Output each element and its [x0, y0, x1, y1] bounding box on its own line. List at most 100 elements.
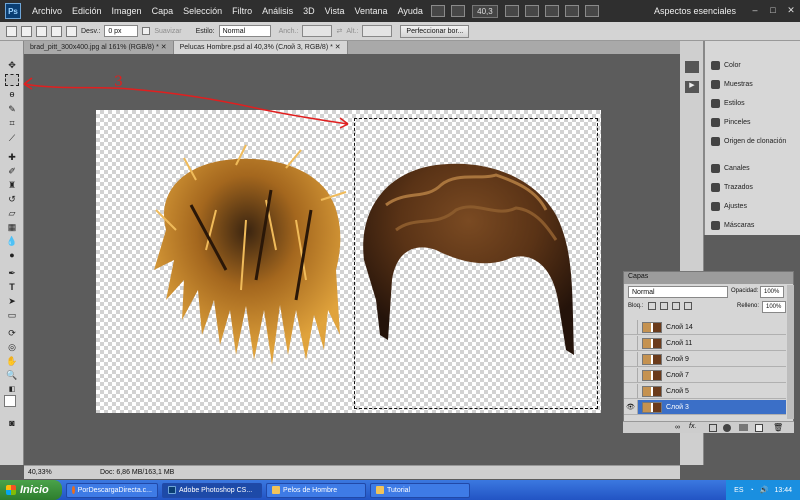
task-label: Adobe Photoshop CS...	[179, 486, 253, 494]
adjustment-icon[interactable]	[723, 424, 731, 432]
task-firefox[interactable]: PorDescargaDirecta.c...	[66, 482, 158, 498]
status-bar: 40,33% Doc: 6,86 MB/163,1 MB	[24, 465, 680, 479]
link-icon[interactable]: ∞	[675, 424, 680, 431]
visibility-toggle[interactable]	[624, 352, 638, 366]
layer-thumbnail	[642, 385, 662, 397]
masks-icon	[711, 221, 720, 230]
windows-taskbar: Inicio PorDescargaDirecta.c... Adobe Pho…	[0, 480, 800, 500]
layer-row[interactable]: Слой 14	[624, 320, 786, 335]
panel-adjustments[interactable]: Ajustes	[705, 197, 800, 216]
mask-icon[interactable]	[709, 424, 717, 432]
panel-masks[interactable]: Máscaras	[705, 216, 800, 235]
volume-icon[interactable]: 🔊	[760, 486, 769, 494]
layers-scrollbar[interactable]	[787, 285, 794, 419]
layer-row[interactable]: Слой 11	[624, 336, 786, 351]
panel-paths[interactable]: Trazados	[705, 178, 800, 197]
photoshop-icon	[168, 486, 176, 494]
lock-pixels-icon[interactable]	[660, 302, 668, 310]
panel-swatches-label: Muestras	[724, 81, 753, 88]
panel-styles-label: Estilos	[724, 100, 745, 107]
layer-thumbnail	[642, 401, 662, 413]
layer-name: Слой 9	[666, 355, 689, 363]
lock-label: Bloq.:	[628, 303, 644, 309]
folder-icon[interactable]	[739, 424, 748, 431]
tray-icon[interactable]: ◔	[750, 487, 754, 494]
eye-icon[interactable]: 👁	[624, 400, 638, 414]
actions-panel-icon[interactable]: ▶	[685, 81, 699, 93]
color-icon	[711, 61, 720, 70]
blend-mode-select[interactable]: Normal	[628, 286, 728, 298]
panel-color[interactable]: Color	[705, 56, 800, 75]
annotation-number: 3	[114, 74, 123, 90]
trash-icon[interactable]: 🗑	[773, 423, 783, 432]
start-button[interactable]: Inicio	[0, 480, 62, 500]
task-label: Pelos de Hombre	[283, 486, 338, 494]
layers-panel: Capas Normal Opacidad: 100% Bloq.: Relle…	[623, 271, 794, 433]
layer-row-active[interactable]: 👁 Слой 3	[624, 400, 786, 415]
layer-row[interactable]: Слой 9	[624, 352, 786, 367]
visibility-toggle[interactable]	[624, 384, 638, 398]
lock-position-icon[interactable]	[672, 302, 680, 310]
panel-clone-source[interactable]: Origen de clonación	[705, 132, 800, 151]
panel-list: Color Muestras Estilos Pinceles Origen d…	[704, 41, 800, 235]
system-tray: ES ◔ 🔊 13:44	[726, 480, 800, 500]
panel-swatches[interactable]: Muestras	[705, 75, 800, 94]
task-label: Tutorial	[387, 486, 411, 494]
language-indicator[interactable]: ES	[734, 487, 743, 494]
fill-label: Relleno:	[737, 303, 760, 309]
clock[interactable]: 13:44	[774, 487, 792, 494]
firefox-icon	[72, 486, 75, 494]
clone-source-icon	[711, 137, 720, 146]
swatches-icon	[711, 80, 720, 89]
history-panel-icon[interactable]	[685, 61, 699, 73]
windows-logo-icon	[6, 485, 16, 495]
visibility-toggle[interactable]	[624, 368, 638, 382]
panel-color-label: Color	[724, 62, 741, 69]
task-photoshop[interactable]: Adobe Photoshop CS...	[162, 482, 262, 498]
new-layer-icon[interactable]	[755, 424, 763, 432]
layer-row[interactable]: Слой 5	[624, 384, 786, 399]
layer-thumbnail	[642, 353, 662, 365]
panel-adjustments-label: Ajustes	[724, 203, 747, 210]
folder-icon	[376, 486, 384, 494]
layer-row[interactable]: Слой 7	[624, 368, 786, 383]
paths-icon	[711, 183, 720, 192]
layer-name: Слой 11	[666, 339, 693, 347]
status-doc-size: Doc: 6,86 MB/163,1 MB	[100, 469, 175, 476]
task-folder-tutorial[interactable]: Tutorial	[370, 482, 470, 498]
layer-thumbnail	[642, 337, 662, 349]
layer-name: Слой 3	[666, 403, 689, 411]
layers-panel-title[interactable]: Capas	[624, 272, 793, 284]
styles-icon	[711, 99, 720, 108]
panel-channels[interactable]: Canales	[705, 159, 800, 178]
panel-brushes[interactable]: Pinceles	[705, 113, 800, 132]
panel-brushes-label: Pinceles	[724, 119, 751, 126]
lock-all-icon[interactable]	[684, 302, 692, 310]
opacity-input[interactable]: 100%	[760, 286, 784, 298]
panel-paths-label: Trazados	[724, 184, 753, 191]
panel-masks-label: Máscaras	[724, 222, 755, 229]
start-label: Inicio	[20, 484, 49, 496]
layer-thumbnail	[642, 369, 662, 381]
adjustments-icon	[711, 202, 720, 211]
brushes-icon	[711, 118, 720, 127]
visibility-toggle[interactable]	[624, 336, 638, 350]
panel-channels-label: Canales	[724, 165, 750, 172]
layer-name: Слой 5	[666, 387, 689, 395]
visibility-toggle[interactable]	[624, 320, 638, 334]
panel-styles[interactable]: Estilos	[705, 94, 800, 113]
layer-thumbnail	[642, 321, 662, 333]
opacity-label: Opacidad:	[731, 288, 759, 294]
fx-icon[interactable]: fx.	[689, 423, 696, 430]
status-zoom[interactable]: 40,33%	[24, 469, 60, 476]
fill-input[interactable]: 100%	[762, 301, 786, 313]
layer-name: Слой 14	[666, 323, 693, 331]
layers-footer: ∞ fx. 🗑	[623, 421, 794, 433]
annotation-arrow	[23, 83, 349, 125]
folder-icon	[272, 486, 280, 494]
panel-clone-source-label: Origen de clonación	[724, 138, 787, 145]
layer-name: Слой 7	[666, 371, 689, 379]
task-folder-pelos[interactable]: Pelos de Hombre	[266, 482, 366, 498]
annotation-arrowhead-left	[23, 77, 33, 90]
lock-transparency-icon[interactable]	[648, 302, 656, 310]
